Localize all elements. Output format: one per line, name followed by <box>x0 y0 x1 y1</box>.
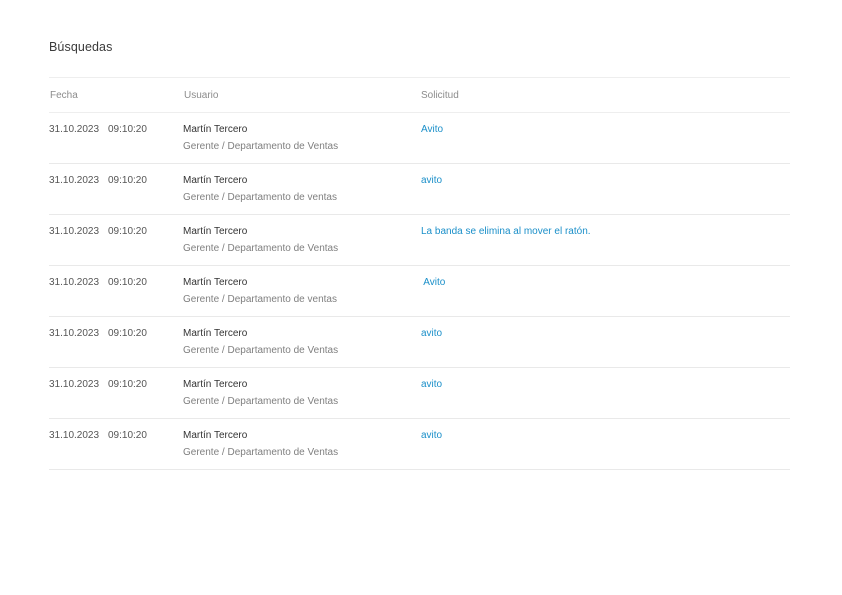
row-user-role: Gerente / Departamento de Ventas <box>183 396 339 407</box>
table-row: 31.10.2023 09:10:20 Martín Tercero Geren… <box>49 368 790 419</box>
row-user-role: Gerente / Departamento de Ventas <box>183 345 339 356</box>
row-user-name: Martín Tercero <box>183 430 248 441</box>
row-time: 09:10:20 <box>108 430 147 441</box>
row-date: 31.10.2023 <box>49 328 100 339</box>
table-row: 31.10.2023 09:10:20 Martín Tercero Geren… <box>49 215 790 266</box>
column-header-solicitud: Solicitud <box>421 90 459 101</box>
row-time: 09:10:20 <box>108 175 147 186</box>
row-query-link[interactable]: Avito <box>421 124 443 135</box>
row-date: 31.10.2023 <box>49 175 100 186</box>
row-date: 31.10.2023 <box>49 430 100 441</box>
searches-table: Fecha Usuario Solicitud 31.10.2023 09:10… <box>49 77 790 470</box>
row-user-name: Martín Tercero <box>183 328 248 339</box>
page-title: Búsquedas <box>49 40 113 54</box>
column-header-usuario: Usuario <box>184 90 219 101</box>
row-user-role: Gerente / Departamento de Ventas <box>183 243 339 254</box>
table-row: 31.10.2023 09:10:20 Martín Tercero Geren… <box>49 419 790 470</box>
row-user-role: Gerente / Departamento de ventas <box>183 294 337 305</box>
row-user-name: Martín Tercero <box>183 226 248 237</box>
row-query-link[interactable]: avito <box>421 379 442 390</box>
row-date: 31.10.2023 <box>49 277 100 288</box>
row-user-name: Martín Tercero <box>183 175 248 186</box>
table-row: 31.10.2023 09:10:20 Martín Tercero Geren… <box>49 113 790 164</box>
row-time: 09:10:20 <box>108 226 147 237</box>
row-query-link[interactable]: La banda se elimina al mover el ratón. <box>421 226 591 237</box>
row-date: 31.10.2023 <box>49 379 100 390</box>
row-time: 09:10:20 <box>108 277 147 288</box>
column-header-fecha: Fecha <box>50 90 78 101</box>
row-time: 09:10:20 <box>108 379 147 390</box>
table-row: 31.10.2023 09:10:20 Martín Tercero Geren… <box>49 317 790 368</box>
table-header: Fecha Usuario Solicitud <box>49 77 790 113</box>
row-user-role: Gerente / Departamento de Ventas <box>183 447 339 458</box>
row-query-link[interactable]: avito <box>421 430 442 441</box>
row-user-role: Gerente / Departamento de ventas <box>183 192 337 203</box>
row-user-name: Martín Tercero <box>183 379 248 390</box>
row-time: 09:10:20 <box>108 124 147 135</box>
table-row: 31.10.2023 09:10:20 Martín Tercero Geren… <box>49 266 790 317</box>
row-user-role: Gerente / Departamento de Ventas <box>183 141 339 152</box>
table-row: 31.10.2023 09:10:20 Martín Tercero Geren… <box>49 164 790 215</box>
row-time: 09:10:20 <box>108 328 147 339</box>
row-query-link[interactable]: avito <box>421 328 442 339</box>
row-user-name: Martín Tercero <box>183 124 248 135</box>
row-query-link[interactable]: Avito <box>421 277 445 288</box>
row-date: 31.10.2023 <box>49 124 100 135</box>
row-user-name: Martín Tercero <box>183 277 248 288</box>
row-query-link[interactable]: avito <box>421 175 442 186</box>
row-date: 31.10.2023 <box>49 226 100 237</box>
